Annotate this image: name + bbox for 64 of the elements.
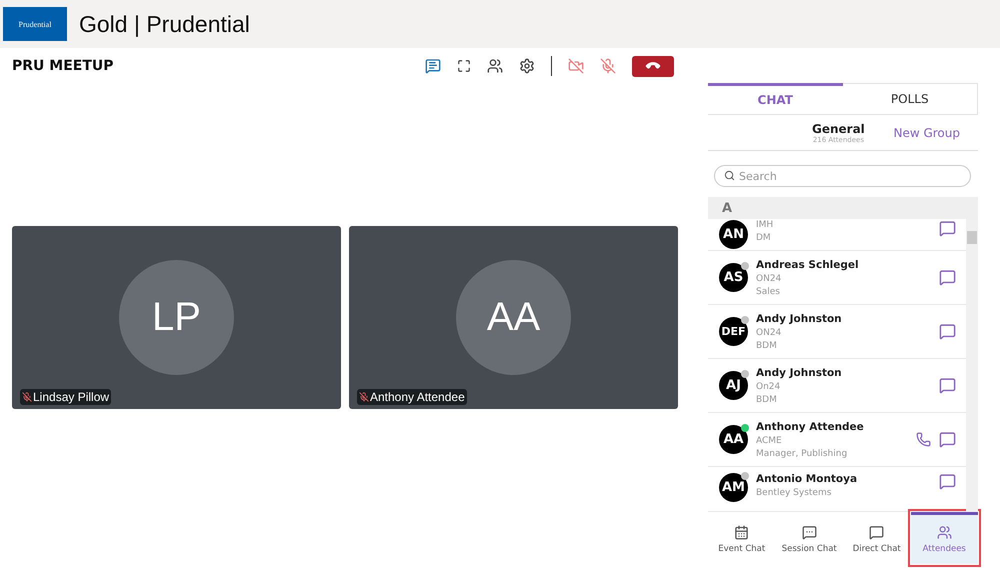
avatar: AJ <box>719 371 748 400</box>
nav-tab[interactable]: Session Chat <box>776 512 843 564</box>
attendee-name: Andreas Schlegel <box>756 258 860 270</box>
meeting-title: PRU MEETUP <box>12 58 115 74</box>
avatar: DEF <box>719 317 748 346</box>
attendee-role: BDM <box>756 340 778 350</box>
hang-up-button[interactable] <box>632 56 674 76</box>
attendee-name: Anthony Attendee <box>756 420 865 432</box>
message-icon[interactable] <box>939 220 956 237</box>
group-name: General <box>812 122 865 136</box>
attendee-org: On24 <box>756 382 782 392</box>
attendee-org: Bentley Systems <box>756 488 832 498</box>
attendee-name: Andy Johnston <box>756 366 843 378</box>
nav-tab[interactable]: Event Chat <box>708 512 776 564</box>
tab[interactable]: CHAT <box>708 83 842 115</box>
participant-name: Lindsay Pillow <box>33 390 110 404</box>
attendee-org: ACME <box>756 436 783 446</box>
message-icon[interactable] <box>939 323 956 340</box>
fullscreen-icon[interactable] <box>457 59 471 73</box>
camera-off-icon[interactable] <box>568 58 584 74</box>
settings-icon[interactable] <box>519 58 535 74</box>
attendee-name: Andy Johnston <box>756 312 843 324</box>
participant-name: Anthony Attendee <box>370 390 465 404</box>
new-group-link[interactable]: New Group <box>893 126 960 140</box>
chat-lines-icon <box>802 525 817 540</box>
message-icon[interactable] <box>939 269 956 286</box>
logo: Prudential <box>3 7 67 41</box>
avatar: AA <box>719 425 748 454</box>
attendee-role: DM <box>756 233 772 243</box>
section-header: A <box>708 197 978 219</box>
message-icon[interactable] <box>939 377 956 394</box>
avatar: AN <box>719 220 748 249</box>
message-icon[interactable] <box>939 473 956 490</box>
chat-bubble-icon <box>869 525 884 540</box>
attendee-name: Antonio Montoya <box>756 473 858 485</box>
avatar: LP <box>119 260 234 375</box>
attendee-role: Manager, Publishing <box>756 448 848 458</box>
attendee-org: ON24 <box>756 274 782 284</box>
people-icon[interactable] <box>487 58 503 74</box>
attendee-row[interactable]: DEF Andy Johnston ON24 BDM <box>708 305 966 359</box>
chat-icon[interactable] <box>425 58 441 74</box>
tab[interactable]: POLLS <box>842 83 978 115</box>
scrollbar[interactable] <box>966 219 978 512</box>
search-icon <box>724 170 735 181</box>
avatar: AA <box>456 260 571 375</box>
people-icon <box>936 525 952 540</box>
attendee-role: BDM <box>756 394 778 404</box>
attendee-org: IMH <box>756 220 774 230</box>
attendee-role: Sales <box>756 286 781 296</box>
attendee-org: ON24 <box>756 328 782 338</box>
attendee-row[interactable]: AJ Andy Johnston On24 BDM <box>708 359 966 413</box>
message-icon[interactable] <box>939 431 956 448</box>
nav-tab[interactable]: Attendees <box>910 512 978 564</box>
mic-off-icon[interactable] <box>600 58 616 74</box>
calendar-icon <box>734 525 750 540</box>
page-title: Gold | Prudential <box>79 10 250 38</box>
search-field[interactable]: Search <box>714 165 971 187</box>
attendee-row[interactable]: AN IMH DM <box>708 219 966 251</box>
nav-tab[interactable]: Direct Chat <box>843 512 910 564</box>
attendee-row[interactable]: AA Anthony Attendee ACME Manager, Publishing <box>708 413 966 467</box>
attendee-row[interactable]: AS Andreas Schlegel ON24 Sales <box>708 251 966 305</box>
avatar: AM <box>719 473 748 502</box>
phone-icon[interactable] <box>916 432 931 447</box>
avatar: AS <box>719 263 748 292</box>
